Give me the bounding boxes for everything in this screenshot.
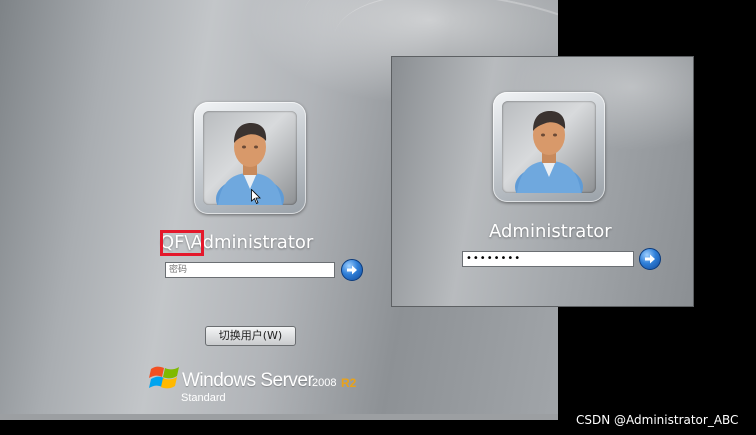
submit-arrow-button[interactable] bbox=[341, 259, 363, 281]
user-name-label: Administrator bbox=[489, 221, 612, 242]
switch-user-button[interactable]: 切换用户(W) bbox=[205, 326, 296, 346]
bottom-strip bbox=[0, 414, 558, 420]
arrow-right-icon bbox=[347, 265, 357, 275]
password-input[interactable] bbox=[165, 262, 335, 278]
brand-edition: Standard bbox=[181, 392, 226, 404]
submit-arrow-button[interactable] bbox=[639, 248, 661, 270]
user-avatar-tile[interactable] bbox=[493, 92, 605, 202]
brand-release: R2 bbox=[341, 376, 357, 390]
watermark-text: CSDN @Administrator_ABC bbox=[576, 413, 739, 427]
user-avatar-icon bbox=[502, 101, 596, 193]
windows-logo-icon bbox=[149, 366, 179, 389]
mouse-cursor-icon bbox=[251, 189, 261, 205]
user-avatar-icon bbox=[203, 111, 297, 205]
user-avatar-tile[interactable] bbox=[194, 102, 306, 214]
password-input[interactable]: •••••••• bbox=[462, 251, 634, 267]
arrow-right-icon bbox=[645, 254, 655, 264]
brand-product-name: Windows Server bbox=[182, 370, 314, 391]
annotation-highlight-box bbox=[160, 230, 204, 256]
brand-version: 2008 bbox=[312, 377, 337, 389]
